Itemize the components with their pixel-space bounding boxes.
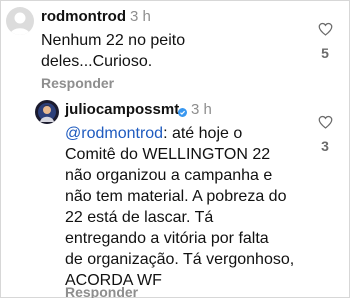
comment-line: deles...Curioso.	[41, 53, 153, 70]
heart-outline-icon	[318, 22, 332, 36]
comment-line-text: : até hoje o	[163, 125, 243, 142]
comment-text: @rodmontrod: até hoje o Comitê do WELLIN…	[65, 123, 315, 291]
comment-username[interactable]: juliocampossmt	[65, 101, 179, 119]
comment-line: entregando a vitória por falta	[65, 230, 269, 247]
like-count: 3	[321, 138, 329, 154]
comment-line: Nenhum 22 no peito	[41, 32, 186, 49]
like-button[interactable]: 3	[313, 115, 337, 154]
reply-comment-item: juliocampossmt 3 h @rodmontrod: até hoje…	[1, 96, 350, 298]
comment-line: 22 está de lascar. Tá	[65, 209, 214, 226]
comment-line: Comitê do WELLINGTON 22	[65, 146, 271, 163]
comment-item: rodmontrod 3 h Nenhum 22 no peito deles.…	[1, 1, 350, 96]
comment-line: de organização. Tá vergonhoso,	[65, 251, 295, 268]
like-button[interactable]: 5	[313, 22, 337, 61]
comment-time: 3 h	[191, 101, 212, 118]
like-count: 5	[321, 45, 329, 61]
comment-line: não tem material. A pobreza do	[65, 188, 287, 205]
comments-panel: rodmontrod 3 h Nenhum 22 no peito deles.…	[0, 0, 350, 298]
mention-link[interactable]: @rodmontrod	[65, 125, 163, 142]
comment-line: não organizou a campanha e	[65, 167, 273, 184]
reply-button[interactable]: Responder	[65, 284, 138, 298]
comment-text: Nenhum 22 no peito deles...Curioso.	[41, 30, 301, 72]
heart-outline-icon	[318, 115, 332, 129]
reply-button[interactable]: Responder	[41, 75, 114, 92]
avatar[interactable]	[35, 100, 59, 124]
avatar[interactable]	[6, 7, 34, 35]
comment-username[interactable]: rodmontrod	[41, 8, 126, 26]
comment-line: @rodmontrod: até hoje o	[65, 123, 315, 144]
comment-time: 3 h	[130, 8, 151, 25]
verified-badge-icon	[178, 104, 187, 122]
